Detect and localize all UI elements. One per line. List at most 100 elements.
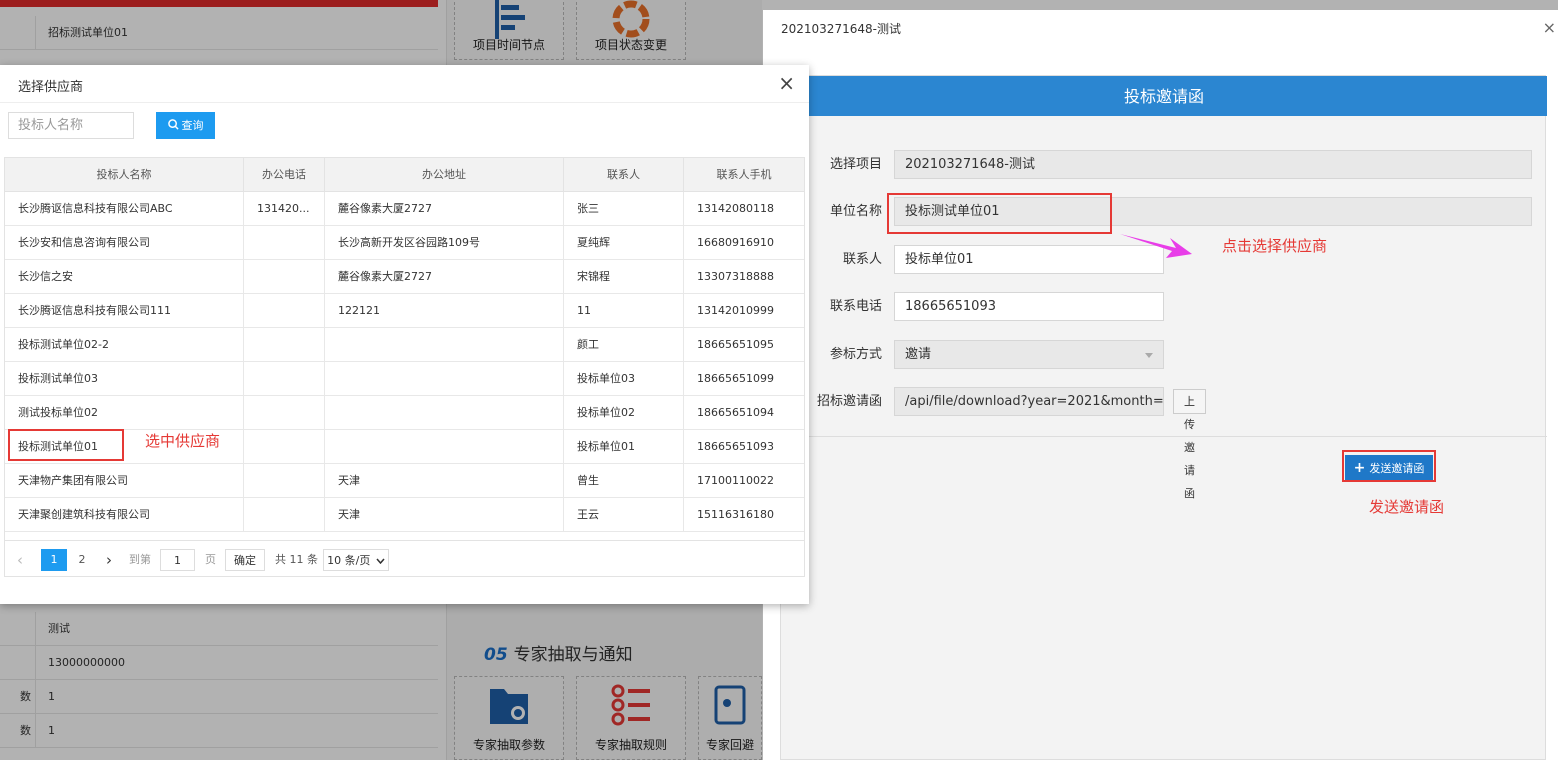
- table-row[interactable]: 投标测试单位03 投标单位03 18665651099: [5, 362, 804, 396]
- table-cell: 13142080118: [697, 202, 774, 215]
- table-cell: 麓谷像素大厦2727: [325, 260, 564, 293]
- query-button-label: 查询: [181, 119, 204, 132]
- goto-confirm-button[interactable]: 确定: [225, 549, 265, 571]
- chevron-down-icon: [1145, 353, 1153, 358]
- table-cell: 曾生: [564, 464, 684, 497]
- table-cell: [244, 362, 325, 395]
- select-supplier-dialog: 选择供应商 × 投标人名称 查询 投标人名称 办公电话 办公地址 联系人 联系人…: [0, 65, 809, 604]
- table-cell: 13307318888: [697, 270, 774, 283]
- dialog-header: 选择供应商 ×: [0, 65, 809, 103]
- pagination: ‹ 1 2 › 到第 1 页 确定 共 11 条 10 条/页: [5, 540, 804, 578]
- upload-letter-button[interactable]: 上传邀请函: [1173, 389, 1206, 500]
- goto-label: 到第: [129, 553, 151, 566]
- table-cell: 王云: [564, 498, 684, 531]
- form-header: 投标邀请函: [781, 76, 1547, 116]
- table-cell: 长沙腾讴信息科技有限公司ABC: [5, 192, 244, 225]
- table-row[interactable]: 投标测试单位02-2 颜工 18665651095: [5, 328, 804, 362]
- table-cell: [244, 328, 325, 361]
- table-cell: [244, 294, 325, 327]
- table-cell: 投标单位01: [564, 430, 684, 463]
- close-icon[interactable]: ×: [1543, 18, 1556, 37]
- table-row[interactable]: 测试投标单位02 投标单位02 18665651094: [5, 396, 804, 430]
- dialog-title: 选择供应商: [18, 80, 84, 95]
- close-icon[interactable]: ×: [778, 71, 795, 95]
- bidder-name-search-input[interactable]: 投标人名称: [8, 112, 134, 139]
- table-cell: 麓谷像素大厦2727: [325, 192, 564, 225]
- table-row[interactable]: 长沙腾讴信息科技有限公司ABC 131420... 麓谷像素大厦2727 张三 1314…: [5, 192, 804, 226]
- table-cell: 13142010999: [697, 304, 774, 317]
- table-row[interactable]: 天津聚创建筑科技有限公司 天津 王云 15116316180: [5, 498, 804, 532]
- highlight-send-button: [1342, 450, 1436, 482]
- table-cell: 天津: [325, 464, 564, 497]
- page-2-button[interactable]: 2: [75, 549, 89, 571]
- table-cell: [244, 260, 325, 293]
- column-header: 投标人名称: [5, 158, 244, 192]
- page-size-value: 10 条/页: [327, 554, 371, 567]
- method-select[interactable]: 邀请: [894, 340, 1164, 369]
- project-field[interactable]: 202103271648-测试: [894, 150, 1532, 179]
- goto-page-input[interactable]: 1: [160, 549, 195, 571]
- column-header: 办公地址: [325, 158, 564, 192]
- table-cell: 18665651094: [697, 406, 774, 419]
- page-1-button[interactable]: 1: [41, 549, 67, 571]
- table-cell: [244, 430, 325, 463]
- supplier-table: 投标人名称 办公电话 办公地址 联系人 联系人手机 长沙腾讴信息科技有限公司AB…: [4, 157, 805, 577]
- window-title: 202103271648-测试: [781, 22, 901, 36]
- table-cell: 18665651093: [697, 440, 774, 453]
- note-selected-supplier: 选中供应商: [145, 432, 221, 450]
- table-cell: 投标单位02: [564, 396, 684, 429]
- chevron-down-icon: [376, 558, 385, 565]
- table-cell: 天津物产集团有限公司: [5, 464, 244, 497]
- page-unit-label: 页: [205, 553, 216, 566]
- column-header: 联系人: [564, 158, 684, 192]
- table-cell: [244, 396, 325, 429]
- table-cell: [244, 498, 325, 531]
- phone-field[interactable]: 18665651093: [894, 292, 1164, 321]
- table-row[interactable]: 长沙信之安 麓谷像素大厦2727 宋锦程 13307318888: [5, 260, 804, 294]
- table-cell: [244, 226, 325, 259]
- table-cell: [325, 430, 564, 463]
- highlight-selected-supplier: [8, 429, 124, 461]
- table-cell: 夏纯辉: [564, 226, 684, 259]
- page-size-select[interactable]: 10 条/页: [323, 549, 389, 571]
- table-cell: 122121: [325, 294, 564, 327]
- table-cell: 15116316180: [697, 508, 774, 521]
- table-row[interactable]: 长沙腾讴信息科技有限公司111 122121 11 13142010999: [5, 294, 804, 328]
- table-row[interactable]: 长沙安和信息咨询有限公司 长沙高新开发区谷园路109号 夏纯辉 16680916910: [5, 226, 804, 260]
- table-cell: [244, 464, 325, 497]
- table-cell: [325, 362, 564, 395]
- note-send-invitation: 发送邀请函: [1369, 498, 1445, 516]
- table-cell: 11: [564, 294, 684, 327]
- column-header: 办公电话: [244, 158, 325, 192]
- table-cell: 长沙安和信息咨询有限公司: [5, 226, 244, 259]
- query-button[interactable]: 查询: [156, 112, 215, 139]
- table-cell: [325, 396, 564, 429]
- table-cell: 17100110022: [697, 474, 774, 487]
- table-row[interactable]: 天津物产集团有限公司 天津 曾生 17100110022: [5, 464, 804, 498]
- table-cell: 天津: [325, 498, 564, 531]
- table-cell: 长沙腾讴信息科技有限公司111: [5, 294, 244, 327]
- invitation-form: 投标邀请函 选择项目 202103271648-测试 单位名称 投标测试单位01…: [780, 75, 1547, 760]
- next-page-icon[interactable]: ›: [106, 549, 118, 571]
- total-count: 共 11 条: [275, 553, 318, 566]
- table-cell: 投标单位03: [564, 362, 684, 395]
- table-cell: 天津聚创建筑科技有限公司: [5, 498, 244, 531]
- divider: [781, 436, 1547, 437]
- table-cell: 测试投标单位02: [5, 396, 244, 429]
- table-cell: 18665651095: [697, 338, 774, 351]
- table-cell: 宋锦程: [564, 260, 684, 293]
- column-header: 联系人手机: [716, 168, 772, 181]
- table-cell: 颜工: [564, 328, 684, 361]
- letter-path-field[interactable]: /api/file/download?year=2021&month=03&fi…: [894, 387, 1164, 416]
- table-cell: 18665651099: [697, 372, 774, 385]
- invitation-window: 202103271648-测试 × 投标邀请函 选择项目 20210327164…: [763, 10, 1558, 760]
- table-cell: 131420...: [244, 192, 325, 225]
- table-cell: 长沙信之安: [5, 260, 244, 293]
- highlight-unit-name: [887, 193, 1112, 234]
- table-cell: 张三: [564, 192, 684, 225]
- table-cell: 投标测试单位02-2: [5, 328, 244, 361]
- prev-page-icon[interactable]: ‹: [17, 549, 29, 571]
- note-select-supplier: 点击选择供应商: [1222, 237, 1328, 255]
- table-cell: 16680916910: [697, 236, 774, 249]
- table-row[interactable]: 投标测试单位01 投标单位01 18665651093: [5, 430, 804, 464]
